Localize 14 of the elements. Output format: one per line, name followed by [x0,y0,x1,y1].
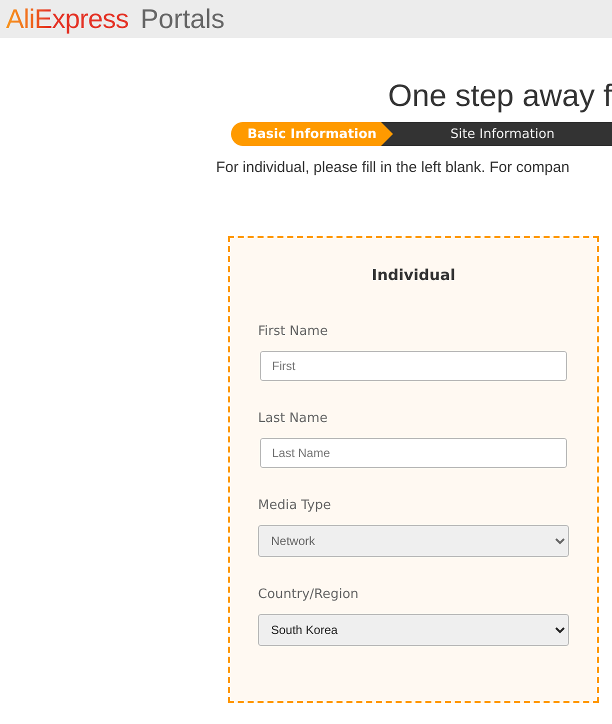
field-label: Last Name [258,411,329,426]
text-field[interactable]: First [260,351,567,381]
dropdown-field[interactable]: South Korea [258,614,569,646]
field-label: Country/Region [258,587,360,602]
instruction-text: For individual, please fill in the left blank. For compan [216,159,571,176]
card-heading: Individual [370,266,456,284]
page-title: One step away f [388,77,612,115]
progress-step: Site Information [381,122,612,146]
field-label: First Name [258,324,329,339]
progress-step: Basic Information [231,122,393,146]
text-field[interactable]: Last Name [260,438,567,468]
product-name: Portals [140,4,225,34]
field-label: Media Type [258,498,332,513]
dropdown-field[interactable]: Network [258,525,569,557]
